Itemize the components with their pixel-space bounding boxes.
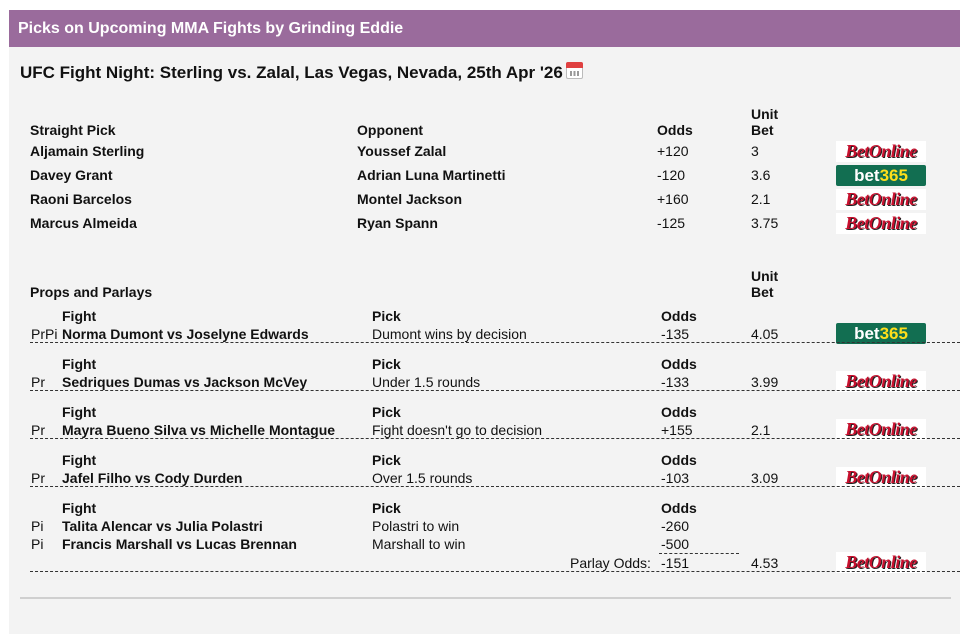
pick-text: Fight doesn't go to decision <box>372 422 543 438</box>
col-header-unit: Unit <box>751 106 779 122</box>
pick-text: Polastri to win <box>372 518 460 534</box>
row-divider <box>30 390 960 391</box>
opponent-name: Youssef Zalal <box>357 143 447 159</box>
bet365-logo-number: 365 <box>879 166 908 185</box>
unit-bet-value: 3.99 <box>751 374 779 390</box>
bet365-logo[interactable]: bet365 <box>836 165 926 186</box>
col-header-opponent: Opponent <box>357 122 424 138</box>
odds-col-header: Odds <box>661 500 697 516</box>
fight-name: Francis Marshall vs Lucas Brennan <box>62 536 297 552</box>
bet365-logo-number: 365 <box>879 324 908 343</box>
col-header-straight-pick: Straight Pick <box>30 122 116 138</box>
bet365-logo-text: bet <box>854 324 880 343</box>
bet-type-code: Pi <box>31 518 44 534</box>
bet-type-code: Pr <box>31 470 45 486</box>
opponent-name: Ryan Spann <box>357 215 438 231</box>
pick-col-header: Pick <box>372 452 401 468</box>
opponent-name: Adrian Luna Martinetti <box>357 167 506 183</box>
odds-value: +155 <box>661 422 693 438</box>
fight-col-header: Fight <box>62 500 97 516</box>
unit-bet-value: 4.53 <box>751 555 779 571</box>
row-divider <box>30 486 960 487</box>
event-title: UFC Fight Night: Sterling vs. Zalal, Las… <box>20 62 583 83</box>
fight-col-header: Fight <box>62 404 97 420</box>
props-col-header-bet: Bet <box>751 284 774 300</box>
opponent-name: Montel Jackson <box>357 191 463 207</box>
unit-bet-value: 4.05 <box>751 326 779 342</box>
odds-col-header: Odds <box>661 452 697 468</box>
pick-col-header: Pick <box>372 404 401 420</box>
pick-col-header: Pick <box>372 356 401 372</box>
col-header-odds: Odds <box>657 122 693 138</box>
calendar-icon <box>565 62 583 79</box>
event-title-text: UFC Fight Night: Sterling vs. Zalal, Las… <box>20 63 563 82</box>
odds-value: -135 <box>661 326 690 342</box>
straight-pick-name: Marcus Almeida <box>30 215 137 231</box>
betonline-logo[interactable]: BetOnline <box>836 419 926 440</box>
pick-text: Dumont wins by decision <box>372 326 527 342</box>
pick-col-header: Pick <box>372 308 401 324</box>
odds-value: -125 <box>657 215 686 231</box>
row-divider <box>30 438 960 439</box>
bet365-logo[interactable]: bet365 <box>836 323 926 344</box>
odds-value: -133 <box>661 374 690 390</box>
odds-value: -103 <box>661 470 690 486</box>
betonline-logo[interactable]: BetOnline <box>836 189 926 210</box>
fight-col-header: Fight <box>62 308 97 324</box>
odds-value: +120 <box>657 143 689 159</box>
pick-col-header: Pick <box>372 500 401 516</box>
fight-name: Jafel Filho vs Cody Durden <box>62 470 243 486</box>
props-title: Props and Parlays <box>30 284 153 300</box>
fight-name: Mayra Bueno Silva vs Michelle Montague <box>62 422 336 438</box>
parlay-odds-divider <box>659 553 739 554</box>
pick-text: Over 1.5 rounds <box>372 470 473 486</box>
unit-bet-value: 3 <box>751 143 759 159</box>
straight-pick-name: Raoni Barcelos <box>30 191 132 207</box>
straight-pick-name: Davey Grant <box>30 167 113 183</box>
bet-type-code: Pr <box>31 374 45 390</box>
bottom-divider <box>20 597 951 599</box>
fight-name: Sedriques Dumas vs Jackson McVey <box>62 374 308 390</box>
row-divider <box>30 342 960 343</box>
betonline-logo[interactable]: BetOnline <box>836 141 926 162</box>
odds-col-header: Odds <box>661 356 697 372</box>
unit-bet-value: 3.75 <box>751 215 779 231</box>
odds-value: -120 <box>657 167 686 183</box>
odds-col-header: Odds <box>661 404 697 420</box>
fight-col-header: Fight <box>62 452 97 468</box>
betonline-logo[interactable]: BetOnline <box>836 213 926 234</box>
props-col-header-unit: Unit <box>751 268 779 284</box>
bet365-logo-text: bet <box>854 166 880 185</box>
fight-name: Talita Alencar vs Julia Polastri <box>62 518 263 534</box>
unit-bet-value: 3.09 <box>751 470 779 486</box>
parlay-odds-label: Parlay Odds: <box>570 555 651 571</box>
bet-type-code: Pi <box>31 536 44 552</box>
straight-pick-name: Aljamain Sterling <box>30 143 145 159</box>
fight-name: Norma Dumont vs Joselyne Edwards <box>62 326 309 342</box>
odds-value: -500 <box>661 536 690 552</box>
pick-text: Marshall to win <box>372 536 466 552</box>
col-header-bet: Bet <box>751 122 774 138</box>
odds-value: +160 <box>657 191 689 207</box>
parlay-odds-value: -151 <box>661 555 690 571</box>
betonline-logo[interactable]: BetOnline <box>836 371 926 392</box>
row-divider <box>30 571 960 572</box>
bet-type-code: Pr <box>31 422 45 438</box>
panel-header: Picks on Upcoming MMA Fights by Grinding… <box>9 10 960 47</box>
odds-value: -260 <box>661 518 690 534</box>
unit-bet-value: 2.1 <box>751 422 771 438</box>
odds-col-header: Odds <box>661 308 697 324</box>
unit-bet-value: 3.6 <box>751 167 771 183</box>
fight-col-header: Fight <box>62 356 97 372</box>
betonline-logo[interactable]: BetOnline <box>836 552 926 573</box>
pick-text: Under 1.5 rounds <box>372 374 481 390</box>
unit-bet-value: 2.1 <box>751 191 771 207</box>
betonline-logo[interactable]: BetOnline <box>836 467 926 488</box>
bet-type-code: PrPi <box>31 326 58 342</box>
